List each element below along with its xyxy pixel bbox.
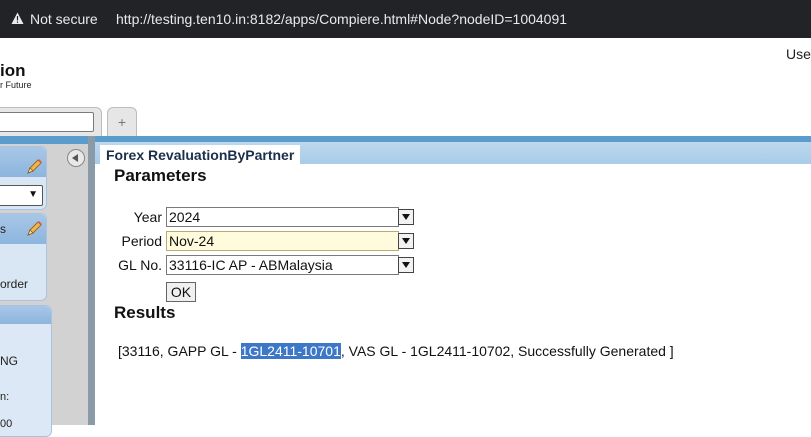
gl-no-field[interactable]: 33116-IC AP - ABMalaysia: [166, 255, 399, 275]
browser-address-bar: Not secure http://testing.ten10.in:8182/…: [0, 0, 811, 38]
window-tab-title[interactable]: Forex RevaluationByPartner: [100, 145, 301, 165]
user-link[interactable]: Use: [786, 46, 811, 62]
year-dropdown-button[interactable]: [398, 209, 414, 225]
gl-no-label: GL No.: [118, 257, 162, 273]
url-field[interactable]: http://testing.ten10.in:8182/apps/Compie…: [116, 11, 567, 27]
parameters-heading: Parameters: [114, 166, 207, 185]
security-label[interactable]: Not secure: [30, 11, 98, 27]
ok-button[interactable]: OK: [166, 282, 196, 302]
period-dropdown-button[interactable]: [398, 233, 414, 249]
results-heading: Results: [114, 303, 176, 322]
sidebar-text: 00: [0, 418, 13, 430]
app-title: ion: [0, 61, 26, 80]
sidebar-panel-header: [0, 306, 51, 324]
result-message: [33116, GAPP GL - 1GL2411-10701, VAS GL …: [118, 343, 674, 359]
year-label: Year: [133, 209, 162, 225]
edit-pencil-icon[interactable]: [25, 158, 43, 176]
sidebar-panel-title: s: [0, 222, 6, 236]
result-text: , VAS GL - 1GL2411-10702, Successfully G…: [340, 343, 674, 359]
year-field[interactable]: 2024: [166, 207, 399, 227]
tab-search-input[interactable]: [0, 112, 94, 132]
sidebar-strip: [0, 136, 88, 144]
period-label: Period: [121, 233, 162, 249]
sidebar-text: NG: [0, 354, 18, 368]
sidebar-select[interactable]: ▼: [0, 185, 43, 206]
sidebar-link-order[interactable]: order: [0, 277, 28, 291]
gl-no-dropdown-button[interactable]: [398, 257, 414, 273]
selected-result-text[interactable]: 1GL2411-10701: [240, 343, 341, 359]
edit-pencil-icon[interactable]: [25, 220, 43, 238]
sidebar-text: n:: [0, 391, 10, 403]
chevron-down-icon: ▼: [28, 189, 38, 200]
period-field[interactable]: Nov-24: [166, 231, 399, 251]
app-subtitle: r Future: [0, 80, 32, 90]
collapse-sidebar-icon[interactable]: [67, 149, 85, 167]
add-tab-button[interactable]: +: [107, 107, 137, 137]
main-content: [95, 144, 811, 425]
warning-icon[interactable]: [11, 12, 24, 25]
result-text: [33116, GAPP GL -: [118, 343, 241, 359]
